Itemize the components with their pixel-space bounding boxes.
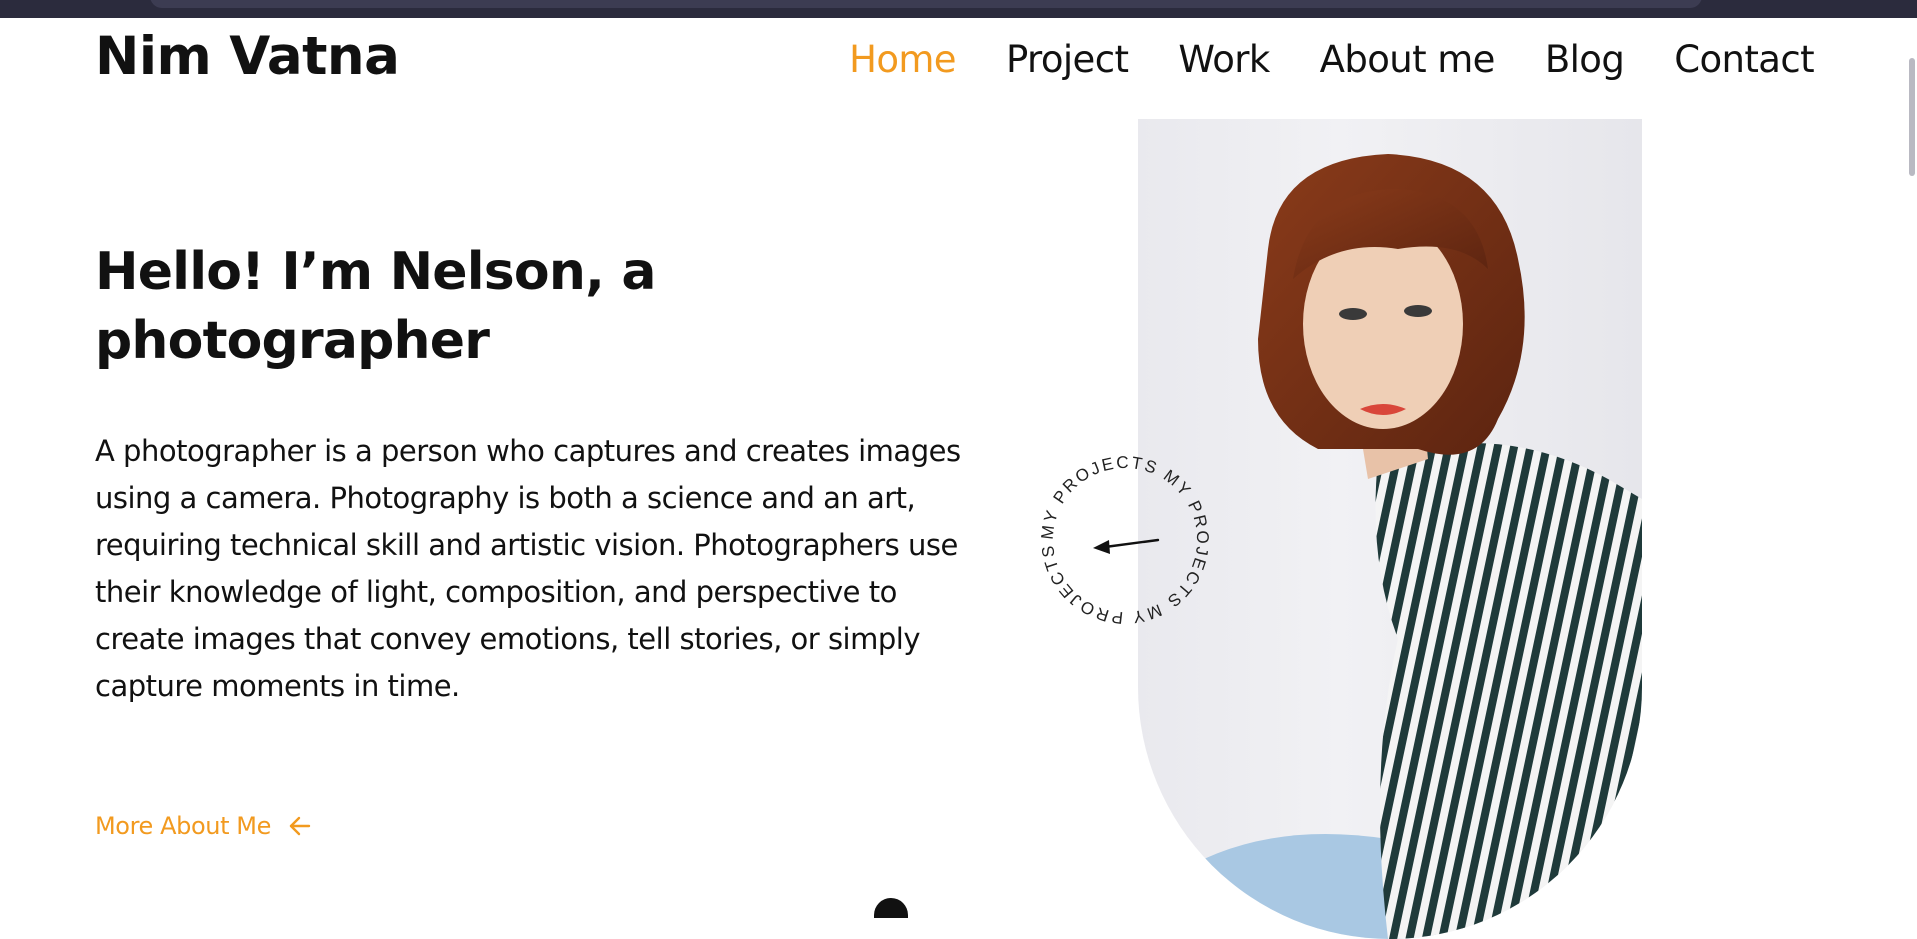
arrow-left-icon xyxy=(1093,538,1160,554)
arrow-left-icon xyxy=(289,816,311,836)
hero-description: A photographer is a person who captures … xyxy=(95,434,961,703)
main-nav: Home Project Work About me Blog Contact xyxy=(799,38,1815,81)
my-projects-badge[interactable]: MY PROJECTS MY PROJECTS MY PROJECTS xyxy=(1025,440,1225,640)
nav-item-work[interactable]: Work xyxy=(1178,38,1270,81)
nav-item-about-me[interactable]: About me xyxy=(1320,38,1496,81)
site-logo[interactable]: Nim Vatna xyxy=(95,26,400,87)
rotating-text-ring: MY PROJECTS MY PROJECTS MY PROJECTS xyxy=(1038,453,1213,627)
nav-item-blog[interactable]: Blog xyxy=(1545,38,1625,81)
scroll-indicator[interactable] xyxy=(874,898,908,918)
browser-top-bar xyxy=(0,0,1917,18)
more-about-me-link[interactable]: More About Me xyxy=(95,812,313,840)
scrollbar-thumb[interactable] xyxy=(1909,58,1915,176)
nav-item-project[interactable]: Project xyxy=(1006,38,1129,81)
more-about-me-label: More About Me xyxy=(95,812,271,840)
hero-title-line-2: photographer xyxy=(95,311,490,371)
nav-item-contact[interactable]: Contact xyxy=(1674,38,1814,81)
nav-item-home[interactable]: Home xyxy=(849,38,956,81)
hero-title-line-1: Hello! I’m Nelson, a xyxy=(95,242,656,302)
hero-title: Hello! I’m Nelson, a photographer xyxy=(95,238,795,376)
page-scrollbar[interactable] xyxy=(1907,18,1917,907)
badge-ring-text: MY PROJECTS MY PROJECTS MY PROJECTS xyxy=(1038,453,1213,627)
browser-address-bar[interactable] xyxy=(150,0,1702,8)
